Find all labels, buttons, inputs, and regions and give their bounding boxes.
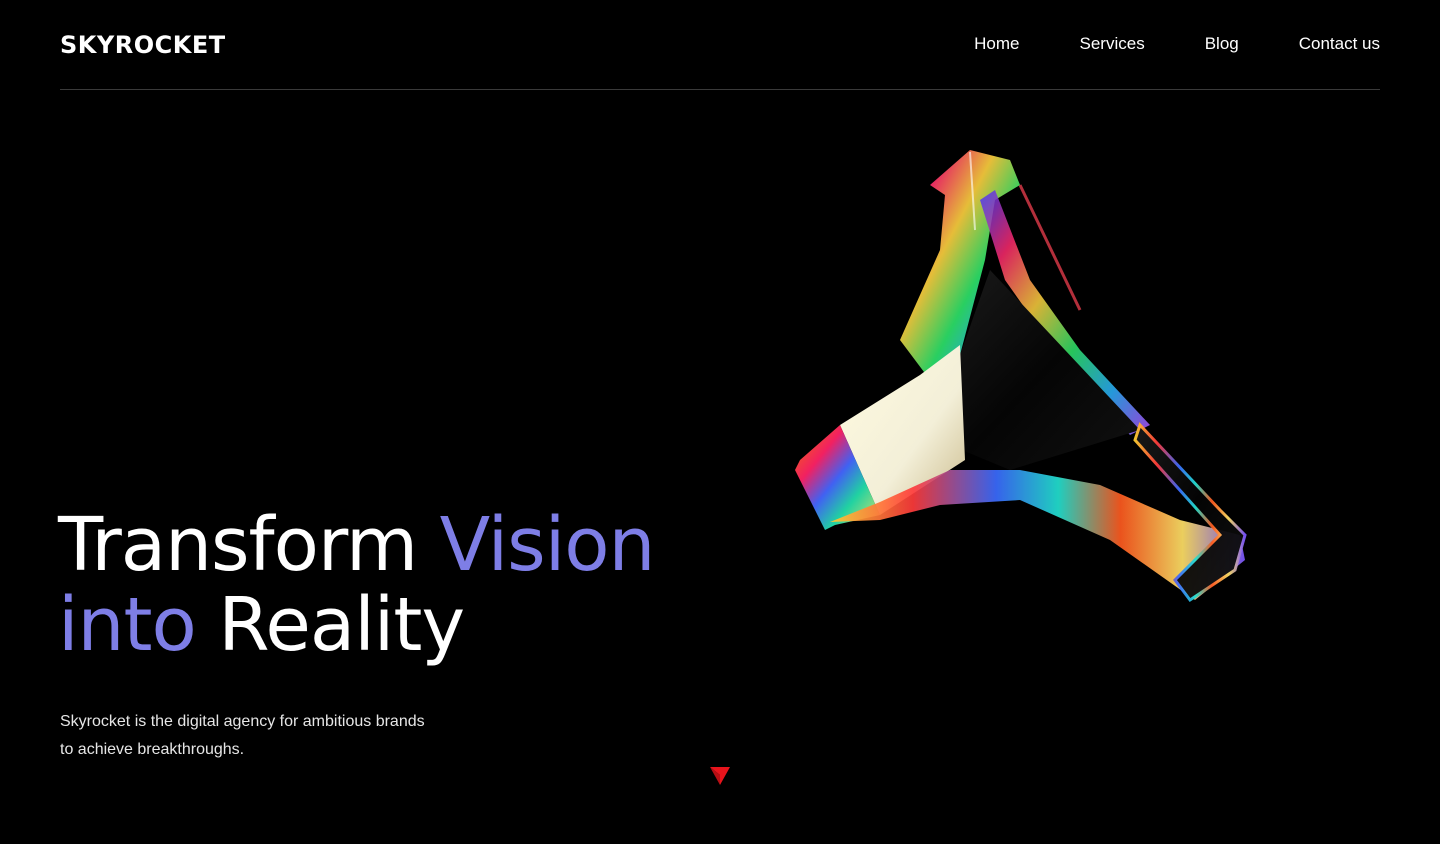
landing-page: SKYROCKET Home Services Blog Contact us bbox=[0, 0, 1440, 844]
hero-subtitle: Skyrocket is the digital agency for ambi… bbox=[60, 713, 425, 758]
nav-link-home[interactable]: Home bbox=[974, 32, 1019, 56]
hero-title: Transform Vision into Reality bbox=[58, 502, 656, 668]
nav-link-blog[interactable]: Blog bbox=[1205, 32, 1239, 56]
brand-logo[interactable]: SKYROCKET bbox=[60, 30, 226, 60]
hero-title-into: into bbox=[58, 582, 197, 668]
hero-prism-graphic bbox=[795, 150, 1247, 603]
pointer-arrow-icon bbox=[710, 767, 730, 785]
hero-title-transform: Transform bbox=[58, 502, 440, 588]
main-nav: Home Services Blog Contact us bbox=[974, 32, 1380, 56]
site-header: SKYROCKET Home Services Blog Contact us bbox=[60, 0, 1380, 90]
hero-title-vision: Vision bbox=[439, 502, 656, 588]
nav-link-services[interactable]: Services bbox=[1080, 32, 1145, 56]
nav-link-contact[interactable]: Contact us bbox=[1299, 32, 1380, 56]
prism-core bbox=[950, 270, 1140, 470]
hero-title-reality: Reality bbox=[195, 582, 465, 668]
